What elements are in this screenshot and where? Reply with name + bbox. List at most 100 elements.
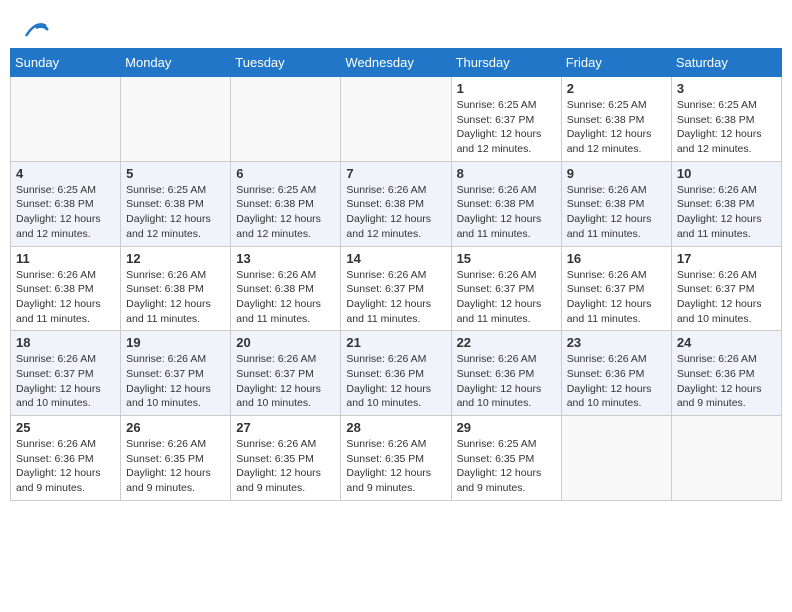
day-number: 14 bbox=[346, 251, 445, 266]
day-info: Sunrise: 6:26 AM Sunset: 6:36 PM Dayligh… bbox=[16, 437, 115, 496]
calendar-cell bbox=[341, 77, 451, 162]
day-number: 16 bbox=[567, 251, 666, 266]
day-number: 24 bbox=[677, 335, 776, 350]
calendar-cell: 28 Sunrise: 6:26 AM Sunset: 6:35 PM Dayli… bbox=[341, 416, 451, 501]
weekday-header-wednesday: Wednesday bbox=[341, 49, 451, 77]
day-number: 17 bbox=[677, 251, 776, 266]
day-info: Sunrise: 6:26 AM Sunset: 6:35 PM Dayligh… bbox=[236, 437, 335, 496]
day-number: 29 bbox=[457, 420, 556, 435]
calendar-cell: 24 Sunrise: 6:26 AM Sunset: 6:36 PM Dayli… bbox=[671, 331, 781, 416]
day-info: Sunrise: 6:26 AM Sunset: 6:38 PM Dayligh… bbox=[457, 183, 556, 242]
day-info: Sunrise: 6:26 AM Sunset: 6:38 PM Dayligh… bbox=[567, 183, 666, 242]
day-number: 9 bbox=[567, 166, 666, 181]
calendar-cell: 15 Sunrise: 6:26 AM Sunset: 6:37 PM Dayli… bbox=[451, 246, 561, 331]
day-info: Sunrise: 6:26 AM Sunset: 6:38 PM Dayligh… bbox=[16, 268, 115, 327]
day-info: Sunrise: 6:26 AM Sunset: 6:36 PM Dayligh… bbox=[457, 352, 556, 411]
day-number: 13 bbox=[236, 251, 335, 266]
day-number: 12 bbox=[126, 251, 225, 266]
day-info: Sunrise: 6:26 AM Sunset: 6:37 PM Dayligh… bbox=[567, 268, 666, 327]
day-info: Sunrise: 6:25 AM Sunset: 6:37 PM Dayligh… bbox=[457, 98, 556, 157]
day-info: Sunrise: 6:26 AM Sunset: 6:37 PM Dayligh… bbox=[16, 352, 115, 411]
day-number: 15 bbox=[457, 251, 556, 266]
calendar-cell: 22Sunrise: 6:26 AM Sunset: 6:36 PM Dayli… bbox=[451, 331, 561, 416]
day-info: Sunrise: 6:26 AM Sunset: 6:37 PM Dayligh… bbox=[236, 352, 335, 411]
day-info: Sunrise: 6:26 AM Sunset: 6:36 PM Dayligh… bbox=[677, 352, 776, 411]
day-info: Sunrise: 6:25 AM Sunset: 6:38 PM Dayligh… bbox=[236, 183, 335, 242]
day-number: 8 bbox=[457, 166, 556, 181]
logo-icon bbox=[22, 18, 50, 40]
day-number: 21 bbox=[346, 335, 445, 350]
page-header bbox=[10, 10, 782, 40]
calendar-cell: 14 Sunrise: 6:26 AM Sunset: 6:37 PM Dayli… bbox=[341, 246, 451, 331]
calendar-cell: 20 Sunrise: 6:26 AM Sunset: 6:37 PM Dayli… bbox=[231, 331, 341, 416]
calendar-week-row: 25 Sunrise: 6:26 AM Sunset: 6:36 PM Dayli… bbox=[11, 416, 782, 501]
weekday-header-saturday: Saturday bbox=[671, 49, 781, 77]
calendar-cell: 12 Sunrise: 6:26 AM Sunset: 6:38 PM Dayli… bbox=[121, 246, 231, 331]
day-number: 4 bbox=[16, 166, 115, 181]
calendar-cell: 27 Sunrise: 6:26 AM Sunset: 6:35 PM Dayli… bbox=[231, 416, 341, 501]
day-number: 26 bbox=[126, 420, 225, 435]
weekday-header-friday: Friday bbox=[561, 49, 671, 77]
day-number: 18 bbox=[16, 335, 115, 350]
calendar-cell: 13 Sunrise: 6:26 AM Sunset: 6:38 PM Dayli… bbox=[231, 246, 341, 331]
day-number: 27 bbox=[236, 420, 335, 435]
calendar-week-row: 11 Sunrise: 6:26 AM Sunset: 6:38 PM Dayli… bbox=[11, 246, 782, 331]
calendar-cell: 11 Sunrise: 6:26 AM Sunset: 6:38 PM Dayli… bbox=[11, 246, 121, 331]
day-info: Sunrise: 6:26 AM Sunset: 6:37 PM Dayligh… bbox=[677, 268, 776, 327]
calendar-cell: 26 Sunrise: 6:26 AM Sunset: 6:35 PM Dayli… bbox=[121, 416, 231, 501]
day-number: 19 bbox=[126, 335, 225, 350]
day-number: 23 bbox=[567, 335, 666, 350]
day-number: 10 bbox=[677, 166, 776, 181]
day-number: 7 bbox=[346, 166, 445, 181]
calendar-cell: 17 Sunrise: 6:26 AM Sunset: 6:37 PM Dayli… bbox=[671, 246, 781, 331]
calendar-cell: 1 Sunrise: 6:25 AM Sunset: 6:37 PM Daylig… bbox=[451, 77, 561, 162]
calendar-cell: 6 Sunrise: 6:25 AM Sunset: 6:38 PM Daylig… bbox=[231, 161, 341, 246]
day-number: 3 bbox=[677, 81, 776, 96]
calendar-cell: 7 Sunrise: 6:26 AM Sunset: 6:38 PM Daylig… bbox=[341, 161, 451, 246]
calendar-cell: 3 Sunrise: 6:25 AM Sunset: 6:38 PM Daylig… bbox=[671, 77, 781, 162]
day-info: Sunrise: 6:26 AM Sunset: 6:37 PM Dayligh… bbox=[126, 352, 225, 411]
calendar-week-row: 1 Sunrise: 6:25 AM Sunset: 6:37 PM Daylig… bbox=[11, 77, 782, 162]
day-info: Sunrise: 6:25 AM Sunset: 6:38 PM Dayligh… bbox=[677, 98, 776, 157]
calendar-cell bbox=[561, 416, 671, 501]
day-number: 28 bbox=[346, 420, 445, 435]
day-info: Sunrise: 6:26 AM Sunset: 6:38 PM Dayligh… bbox=[677, 183, 776, 242]
calendar-cell bbox=[11, 77, 121, 162]
calendar-cell: 4 Sunrise: 6:25 AM Sunset: 6:38 PM Daylig… bbox=[11, 161, 121, 246]
day-number: 6 bbox=[236, 166, 335, 181]
day-info: Sunrise: 6:25 AM Sunset: 6:38 PM Dayligh… bbox=[567, 98, 666, 157]
calendar-week-row: 4 Sunrise: 6:25 AM Sunset: 6:38 PM Daylig… bbox=[11, 161, 782, 246]
day-number: 11 bbox=[16, 251, 115, 266]
day-info: Sunrise: 6:26 AM Sunset: 6:38 PM Dayligh… bbox=[346, 183, 445, 242]
weekday-header-monday: Monday bbox=[121, 49, 231, 77]
calendar-cell: 9 Sunrise: 6:26 AM Sunset: 6:38 PM Daylig… bbox=[561, 161, 671, 246]
day-info: Sunrise: 6:26 AM Sunset: 6:36 PM Dayligh… bbox=[346, 352, 445, 411]
day-info: Sunrise: 6:26 AM Sunset: 6:37 PM Dayligh… bbox=[457, 268, 556, 327]
weekday-header-thursday: Thursday bbox=[451, 49, 561, 77]
calendar-cell: 19 Sunrise: 6:26 AM Sunset: 6:37 PM Dayli… bbox=[121, 331, 231, 416]
day-number: 2 bbox=[567, 81, 666, 96]
day-info: Sunrise: 6:25 AM Sunset: 6:38 PM Dayligh… bbox=[16, 183, 115, 242]
day-info: Sunrise: 6:26 AM Sunset: 6:35 PM Dayligh… bbox=[346, 437, 445, 496]
day-number: 20 bbox=[236, 335, 335, 350]
calendar-week-row: 18 Sunrise: 6:26 AM Sunset: 6:37 PM Dayli… bbox=[11, 331, 782, 416]
day-number: 25 bbox=[16, 420, 115, 435]
day-info: Sunrise: 6:26 AM Sunset: 6:36 PM Dayligh… bbox=[567, 352, 666, 411]
day-info: Sunrise: 6:26 AM Sunset: 6:37 PM Dayligh… bbox=[346, 268, 445, 327]
calendar-cell: 16 Sunrise: 6:26 AM Sunset: 6:37 PM Dayli… bbox=[561, 246, 671, 331]
calendar-cell: 18 Sunrise: 6:26 AM Sunset: 6:37 PM Dayli… bbox=[11, 331, 121, 416]
calendar-cell: 29Sunrise: 6:25 AM Sunset: 6:35 PM Dayli… bbox=[451, 416, 561, 501]
calendar-cell: 21 Sunrise: 6:26 AM Sunset: 6:36 PM Dayli… bbox=[341, 331, 451, 416]
day-number: 5 bbox=[126, 166, 225, 181]
calendar-cell: 25 Sunrise: 6:26 AM Sunset: 6:36 PM Dayli… bbox=[11, 416, 121, 501]
weekday-header-row: SundayMondayTuesdayWednesdayThursdayFrid… bbox=[11, 49, 782, 77]
day-number: 1 bbox=[457, 81, 556, 96]
calendar-cell: 5Sunrise: 6:25 AM Sunset: 6:38 PM Daylig… bbox=[121, 161, 231, 246]
day-info: Sunrise: 6:26 AM Sunset: 6:38 PM Dayligh… bbox=[236, 268, 335, 327]
day-info: Sunrise: 6:26 AM Sunset: 6:38 PM Dayligh… bbox=[126, 268, 225, 327]
calendar-cell: 8 Sunrise: 6:26 AM Sunset: 6:38 PM Daylig… bbox=[451, 161, 561, 246]
day-info: Sunrise: 6:26 AM Sunset: 6:35 PM Dayligh… bbox=[126, 437, 225, 496]
weekday-header-tuesday: Tuesday bbox=[231, 49, 341, 77]
calendar-cell: 10 Sunrise: 6:26 AM Sunset: 6:38 PM Dayli… bbox=[671, 161, 781, 246]
calendar-cell bbox=[231, 77, 341, 162]
